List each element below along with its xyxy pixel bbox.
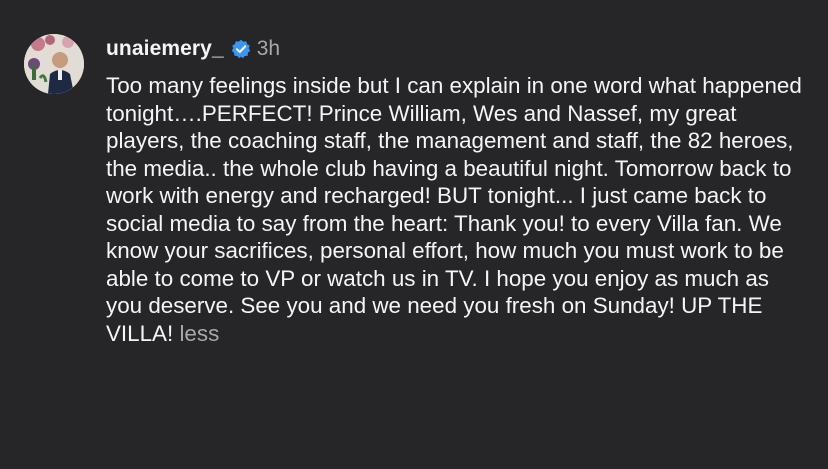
timestamp: 3h [256,37,281,60]
comment-header: unaiemery_ 3h [106,32,814,66]
username-link[interactable]: unaiemery_ [106,37,224,61]
comment-content: unaiemery_ 3h Too many feelings inside b… [106,32,814,347]
comment: unaiemery_ 3h Too many feelings inside b… [24,32,814,347]
avatar[interactable] [24,34,84,94]
avatar-image [24,34,84,94]
comment-text: Too many feelings inside but I can expla… [106,72,806,347]
verified-badge-icon [231,39,251,59]
less-link[interactable]: less [179,321,219,346]
comment-body: Too many feelings inside but I can expla… [106,73,802,346]
